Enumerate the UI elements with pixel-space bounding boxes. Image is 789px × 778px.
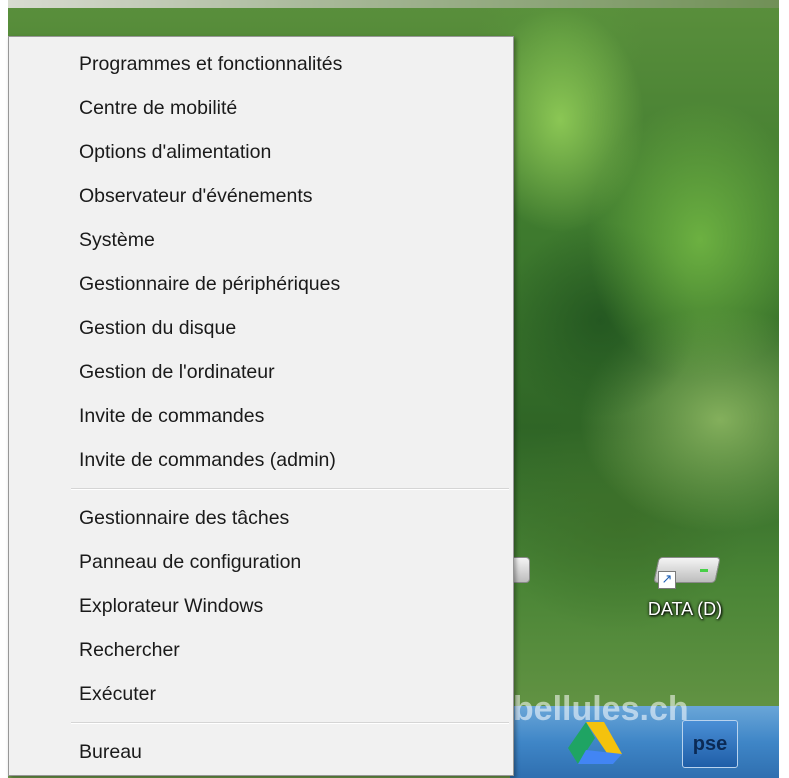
menu-item-computer-management[interactable]: Gestion de l'ordinateur [9, 350, 513, 394]
menu-item-event-viewer[interactable]: Observateur d'événements [9, 174, 513, 218]
menu-item-disk-management[interactable]: Gestion du disque [9, 306, 513, 350]
menu-group-desktop: Bureau [9, 730, 513, 774]
menu-item-command-prompt[interactable]: Invite de commandes [9, 394, 513, 438]
menu-separator [71, 488, 509, 490]
menu-item-control-panel[interactable]: Panneau de configuration [9, 540, 513, 584]
image-right-edge [779, 0, 789, 778]
desktop-icon-data-drive[interactable]: ↗ DATA (D) [630, 545, 740, 635]
context-menu: Programmes et fonctionnalités Centre de … [8, 36, 514, 776]
watermark: libellules.ch [494, 690, 689, 728]
menu-group-system-tools: Programmes et fonctionnalités Centre de … [9, 37, 513, 482]
menu-item-desktop[interactable]: Bureau [9, 730, 513, 774]
image-top-edge [0, 0, 789, 8]
menu-item-file-explorer[interactable]: Explorateur Windows [9, 584, 513, 628]
menu-item-power-options[interactable]: Options d'alimentation [9, 130, 513, 174]
menu-item-command-prompt-admin[interactable]: Invite de commandes (admin) [9, 438, 513, 482]
menu-item-mobility-center[interactable]: Centre de mobilité [9, 86, 513, 130]
menu-item-task-manager[interactable]: Gestionnaire des tâches [9, 496, 513, 540]
menu-item-programs-features[interactable]: Programmes et fonctionnalités [9, 42, 513, 86]
menu-item-search[interactable]: Rechercher [9, 628, 513, 672]
shortcut-arrow-icon: ↗ [658, 571, 676, 589]
menu-separator [71, 722, 509, 724]
pse-app-icon[interactable]: pse [682, 720, 738, 768]
menu-item-run[interactable]: Exécuter [9, 672, 513, 716]
desktop-icon-label: DATA (D) [647, 599, 723, 619]
image-left-edge [0, 0, 8, 778]
menu-group-utilities: Gestionnaire des tâches Panneau de confi… [9, 496, 513, 716]
menu-item-system[interactable]: Système [9, 218, 513, 262]
menu-item-device-manager[interactable]: Gestionnaire de périphériques [9, 262, 513, 306]
drive-shortcut-icon: ↗ [650, 545, 721, 591]
